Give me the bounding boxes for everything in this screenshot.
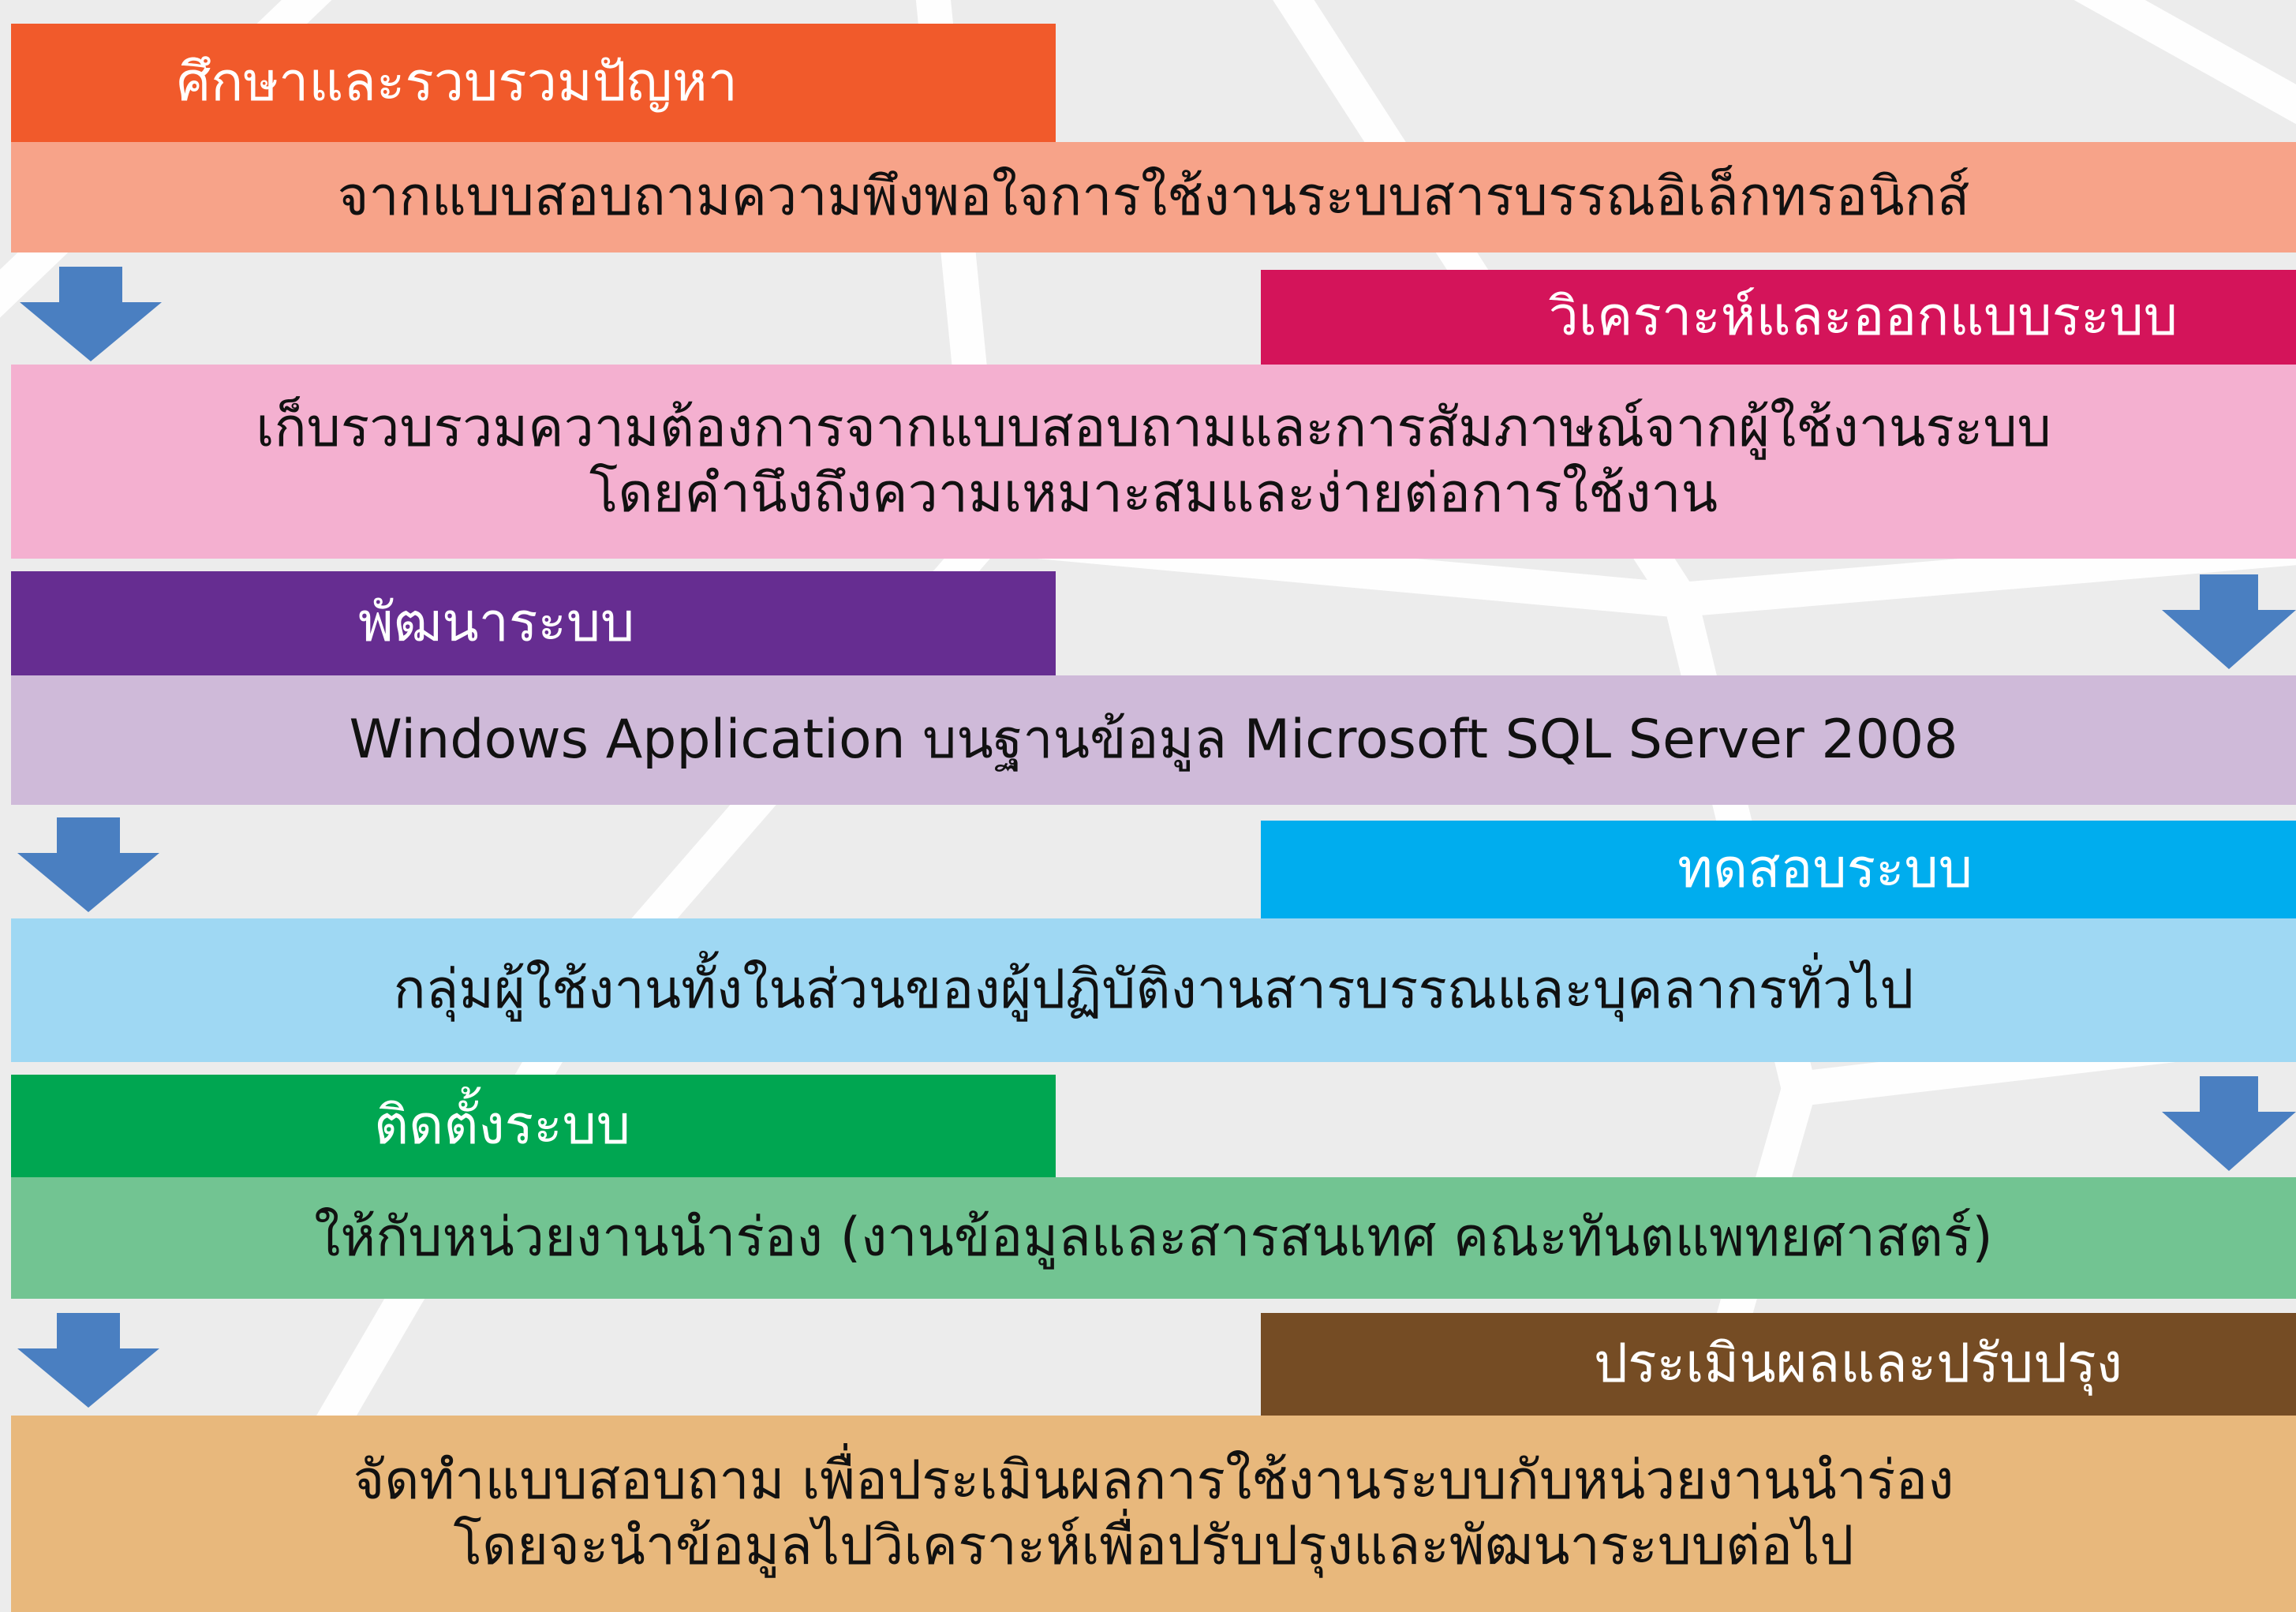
step-4-description-line-1: กลุ่มผู้ใช้งานทั้งในส่วนของผู้ปฏิบัติงาน… (393, 958, 1914, 1021)
step-6-description-line-1: จัดทำแบบสอบถาม เพื่อประเมินผลการใช้งานระ… (353, 1449, 1954, 1512)
step-2-description-line-1: เก็บรวบรวมความต้องการจากแบบสอบถามและการส… (256, 397, 2051, 460)
arrow-down-icon (17, 817, 159, 912)
arrow-down-icon (17, 1313, 159, 1408)
step-2-title-text: วิเคราะห์และออกแบบระบบ (1548, 285, 2178, 348)
step-5-title-text: ติดตั้งระบบ (374, 1094, 631, 1157)
step-6-title: ประเมินผลและปรับปรุง (1261, 1313, 2296, 1416)
step-3-description: Windows Application บนฐานข้อมูล Microsof… (11, 675, 2296, 805)
step-2-description: เก็บรวบรวมความต้องการจากแบบสอบถามและการส… (11, 365, 2296, 559)
step-5-title: ติดตั้งระบบ (11, 1075, 1056, 1177)
step-6-title-text: ประเมินผลและปรับปรุง (1593, 1332, 2122, 1395)
step-4-description: กลุ่มผู้ใช้งานทั้งในส่วนของผู้ปฏิบัติงาน… (11, 918, 2296, 1062)
step-3-title-text: พัฒนาระบบ (358, 591, 635, 654)
step-3-description-line-1: Windows Application บนฐานข้อมูล Microsof… (349, 708, 1958, 771)
step-1-description-line-1: จากแบบสอบถามความพึงพอใจการใช้งานระบบสารบ… (337, 165, 1970, 228)
step-6-description-line-2: โดยจะนำข้อมูลไปวิเคราะห์เพื่อปรับปรุงและ… (453, 1514, 1854, 1577)
step-2-description-line-2: โดยคำนึงถึงความเหมาะสมและง่ายต่อการใช้งา… (589, 462, 1718, 525)
step-1-title: ศึกษาและรวบรวมปัญหา (11, 24, 1056, 142)
step-1-title-text: ศึกษาและรวบรวมปัญหา (177, 50, 738, 114)
arrow-down-icon (20, 267, 162, 361)
arrow-down-icon (2162, 574, 2296, 669)
step-5-description-line-1: ให้กับหน่วยงานนำร่อง (งานข้อมูลและสารสนเ… (314, 1206, 1993, 1269)
step-2-title: วิเคราะห์และออกแบบระบบ (1261, 270, 2296, 365)
step-4-title-text: ทดสอบระบบ (1677, 837, 1973, 900)
step-6-description: จัดทำแบบสอบถาม เพื่อประเมินผลการใช้งานระ… (11, 1416, 2296, 1612)
step-5-description: ให้กับหน่วยงานนำร่อง (งานข้อมูลและสารสนเ… (11, 1177, 2296, 1299)
step-1-description: จากแบบสอบถามความพึงพอใจการใช้งานระบบสารบ… (11, 142, 2296, 252)
arrow-down-icon (2162, 1076, 2296, 1171)
step-4-title: ทดสอบระบบ (1261, 821, 2296, 918)
step-3-title: พัฒนาระบบ (11, 571, 1056, 675)
